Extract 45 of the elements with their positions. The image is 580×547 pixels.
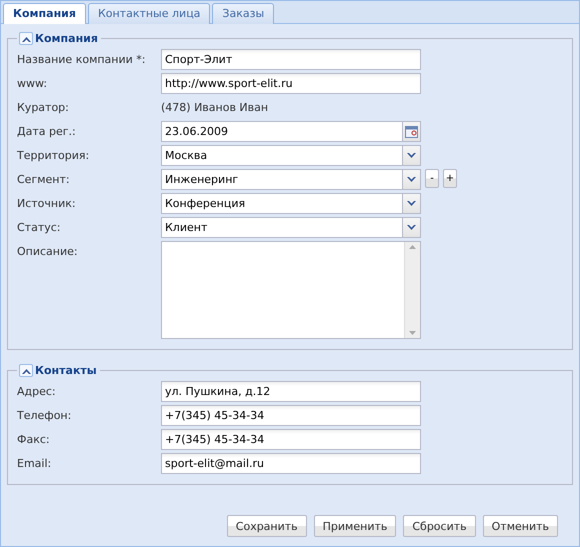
chevron-icon (407, 200, 416, 206)
text-field[interactable]: http://www.sport-elit.ru (161, 73, 421, 94)
text-field[interactable]: +7(345) 45-34-34 (161, 429, 421, 450)
field-label: Факс: (17, 432, 51, 446)
section-title: Компания (35, 32, 98, 45)
action-button[interactable]: Отменить (482, 515, 558, 537)
tab[interactable]: Заказы (212, 3, 274, 25)
chevron-icon (407, 176, 416, 182)
date-field[interactable]: 23.06.2009 (161, 121, 421, 142)
dropdown-field[interactable]: Конференция (161, 193, 421, 214)
tab[interactable]: Компания (3, 3, 86, 26)
chevron-icon (407, 152, 416, 158)
field-label: Телефон: (17, 408, 72, 422)
field-label: www: (17, 76, 48, 90)
field-label: Email: (17, 456, 52, 470)
chevron-icon (22, 368, 30, 374)
action-button[interactable]: Сохранить (226, 515, 307, 537)
text-field[interactable]: ул. Пушкина, д.12 (161, 381, 421, 402)
dropdown-field[interactable]: Инженеринг (161, 169, 421, 190)
small-button[interactable]: + (443, 169, 457, 188)
curator-value: (478) Иванов Иван (161, 100, 268, 114)
collapse-toggle[interactable] (19, 364, 33, 377)
dropdown-field[interactable]: Москва (161, 145, 421, 166)
section-title: Контакты (35, 364, 97, 377)
field-label: Территория: (17, 148, 90, 162)
chevron-icon (22, 36, 30, 42)
action-button[interactable]: Применить (314, 515, 396, 537)
action-button[interactable]: Сбросить (403, 515, 476, 537)
field-label: Статус: (17, 220, 62, 234)
small-button[interactable]: - (425, 169, 439, 188)
field-label: Дата рег.: (17, 124, 77, 138)
text-field[interactable]: Спорт-Элит (161, 49, 421, 70)
field-label: Куратор: (17, 100, 70, 114)
field-label: Адрес: (17, 384, 57, 398)
field-label: Сегмент: (17, 172, 71, 186)
field-label: Источник: (17, 196, 77, 210)
tab[interactable]: Контактные лица (88, 3, 210, 25)
dropdown-field[interactable]: Клиент (161, 217, 421, 238)
text-field[interactable]: sport-elit@mail.ru (161, 453, 421, 474)
field-label: Описание: (17, 244, 79, 258)
collapse-toggle[interactable] (19, 32, 33, 45)
text-field[interactable]: +7(345) 45-34-34 (161, 405, 421, 426)
field-label: Название компании *: (17, 52, 146, 66)
chevron-icon (407, 224, 416, 230)
calendar-icon[interactable] (405, 126, 418, 138)
